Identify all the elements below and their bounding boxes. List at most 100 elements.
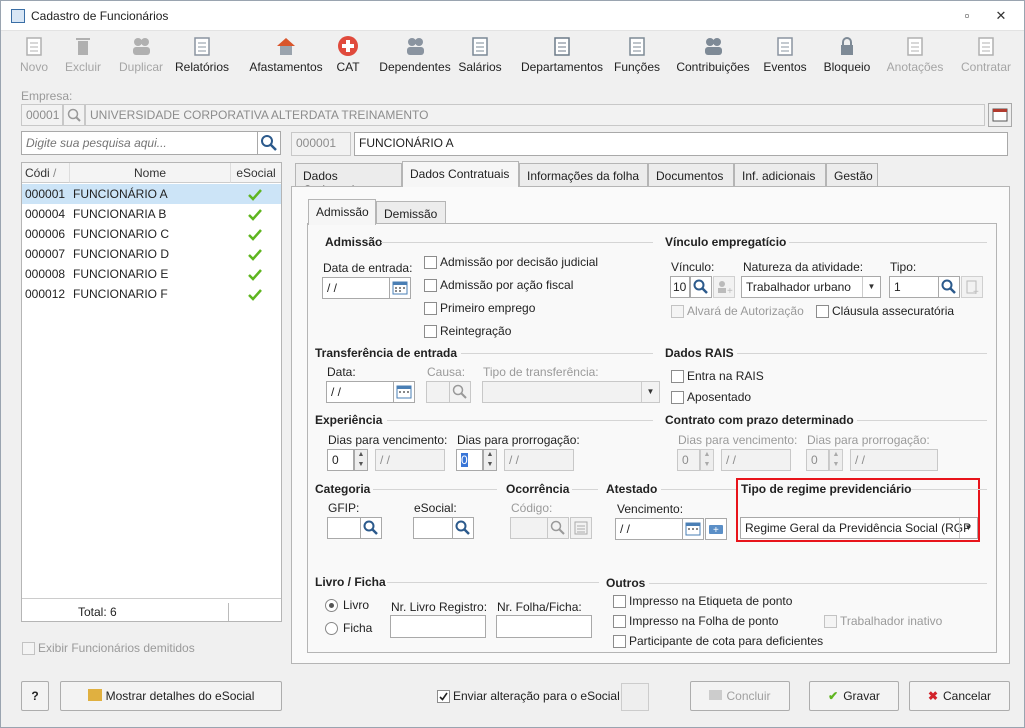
table-row[interactable]: 000007 FUNCIONARIO D xyxy=(22,244,281,264)
grid-header-name[interactable]: Nome xyxy=(70,163,231,183)
vinculo-label: Vínculo: xyxy=(671,260,715,274)
acao-fiscal-checkbox[interactable] xyxy=(424,279,437,292)
toolbar-relatórios-button[interactable]: Relatórios xyxy=(173,35,231,81)
toolbar-dependentes-button[interactable]: Dependentes xyxy=(373,35,457,81)
table-row[interactable]: 000008 FUNCIONARIO E xyxy=(22,264,281,284)
cota-checkbox[interactable] xyxy=(613,635,626,648)
toolbar-cat-button[interactable]: CAT xyxy=(333,35,363,81)
close-window-button[interactable]: ✕ xyxy=(987,6,1015,26)
toolbar-label: Novo xyxy=(19,60,48,74)
atestado-title: Atestado xyxy=(606,482,658,496)
toolbar-departamentos-button[interactable]: Departamentos xyxy=(514,35,610,81)
tipo-input[interactable]: 1 xyxy=(889,276,939,298)
exp-prorrog-spinner[interactable]: ▲ ▼ xyxy=(483,449,497,471)
causa-search-icon xyxy=(449,381,471,403)
transferencia-calendar-icon[interactable] xyxy=(393,381,415,403)
toolbar-label: Duplicar xyxy=(118,60,163,74)
toolbar-label: Bloqueio xyxy=(823,60,871,74)
search-icon[interactable] xyxy=(257,131,281,155)
regime-select[interactable]: Regime Geral da Previdência Social (RGP ▼ xyxy=(740,517,978,539)
svg-text:+: + xyxy=(973,287,979,297)
gfip-input[interactable] xyxy=(327,517,361,539)
table-row[interactable]: 000012 FUNCIONARIO F xyxy=(22,284,281,304)
data-entrada-input[interactable]: / / xyxy=(322,277,390,299)
exp-venc-input[interactable]: 0 xyxy=(327,449,354,471)
atestado-calendar-icon[interactable] xyxy=(682,518,704,540)
primeiro-emprego-checkbox[interactable] xyxy=(424,302,437,315)
grid-header-code[interactable]: Códi / xyxy=(22,163,70,183)
subtab-demissão[interactable]: Demissão xyxy=(376,201,446,225)
clausula-checkbox[interactable] xyxy=(816,305,829,318)
gfip-search-icon[interactable] xyxy=(360,517,382,539)
enviar-esocial-checkbox[interactable] xyxy=(437,690,450,703)
row-code: 000001 xyxy=(25,187,66,201)
gfip-label: GFIP: xyxy=(328,501,360,515)
contrato-prorrog-input: 0 xyxy=(806,449,829,471)
table-row[interactable]: 000004 FUNCIONARIA B xyxy=(22,204,281,224)
table-row[interactable]: 000001 FUNCIONÁRIO A xyxy=(22,184,281,204)
toolbar-afastamentos-button[interactable]: Afastamentos xyxy=(245,35,327,81)
empresa-window-icon[interactable] xyxy=(988,103,1012,127)
chevron-down-icon: ▼ xyxy=(862,277,880,297)
restore-button[interactable]: ▫ xyxy=(953,6,981,26)
vinculo-title: Vínculo empregatício xyxy=(665,235,787,249)
aposentado-checkbox[interactable] xyxy=(671,391,684,404)
toolbar-salários-button[interactable]: Salários xyxy=(457,35,503,81)
tipo-search-icon[interactable] xyxy=(938,276,960,298)
tab-dados-contratuais[interactable]: Dados Contratuais xyxy=(402,161,519,187)
tipo-transferencia-label: Tipo de transferência: xyxy=(483,365,599,379)
toolbar-funções-button[interactable]: Funções xyxy=(611,35,663,81)
etiqueta-checkbox[interactable] xyxy=(613,595,626,608)
calendar-icon[interactable] xyxy=(389,277,411,299)
table-row[interactable]: 000006 FUNCIONARIO C xyxy=(22,224,281,244)
transferencia-data-input[interactable]: / / xyxy=(326,381,394,403)
categoria-esocial-search-icon[interactable] xyxy=(452,517,474,539)
toolbar-contratar-button: Contratar xyxy=(957,35,1015,81)
vinculo-input[interactable]: 10 xyxy=(670,276,690,298)
tab-gestão[interactable]: Gestão xyxy=(826,163,878,187)
contrato-venc-input: 0 xyxy=(677,449,700,471)
tab-documentos[interactable]: Documentos xyxy=(648,163,734,187)
svg-text:+: + xyxy=(727,286,733,297)
nr-folha-input[interactable] xyxy=(496,615,592,638)
row-code: 000004 xyxy=(25,207,66,221)
tipo-label: Tipo: xyxy=(890,260,917,274)
grid-header-esocial[interactable]: eSocial xyxy=(231,163,281,183)
categoria-esocial-input[interactable] xyxy=(413,517,453,539)
contrato-prorrog-date: / / xyxy=(850,449,938,471)
natureza-select[interactable]: Trabalhador urbano ▼ xyxy=(741,276,881,298)
decisao-judicial-checkbox[interactable] xyxy=(424,256,437,269)
esocial-details-button[interactable]: Mostrar detalhes do eSocial xyxy=(60,681,282,711)
primeiro-emprego-label: Primeiro emprego xyxy=(440,301,536,315)
vinculo-search-icon[interactable] xyxy=(690,276,712,298)
livro-radio[interactable] xyxy=(325,599,338,612)
atestado-add-icon[interactable]: + xyxy=(705,518,727,540)
folha-ponto-checkbox[interactable] xyxy=(613,615,626,628)
tab-inf-adicionais[interactable]: Inf. adicionais xyxy=(734,163,826,187)
house-icon xyxy=(275,35,297,57)
gravar-button[interactable]: ✔ Gravar xyxy=(809,681,899,711)
nr-livro-input[interactable] xyxy=(390,615,486,638)
cancelar-button[interactable]: ✖ Cancelar xyxy=(909,681,1010,711)
toolbar-eventos-button[interactable]: Eventos xyxy=(760,35,810,81)
reintegracao-checkbox[interactable] xyxy=(424,325,437,338)
atestado-venc-input[interactable]: / / xyxy=(615,518,683,540)
entra-rais-checkbox[interactable] xyxy=(671,370,684,383)
tab-dados-cadastrais[interactable]: Dados Cadastrais xyxy=(295,163,402,197)
exp-prorrog-input[interactable]: 0 xyxy=(456,449,483,471)
tab-informações-da-folha[interactable]: Informações da folha xyxy=(519,163,648,187)
toolbar-label: Salários xyxy=(458,60,502,74)
empresa-name: UNIVERSIDADE CORPORATIVA ALTERDATA TREIN… xyxy=(85,104,985,126)
employee-name[interactable]: FUNCIONÁRIO A xyxy=(354,132,1008,156)
show-dismissed-checkbox[interactable] xyxy=(22,642,35,655)
exp-venc-date: / / xyxy=(375,449,445,471)
categoria-title: Categoria xyxy=(315,482,371,496)
subtab-admissão[interactable]: Admissão xyxy=(308,199,376,225)
search-input[interactable] xyxy=(21,131,258,155)
toolbar-contribuições-button[interactable]: Contribuições xyxy=(672,35,754,81)
toolbar-bloqueio-button[interactable]: Bloqueio xyxy=(818,35,876,81)
exp-venc-spinner[interactable]: ▲ ▼ xyxy=(354,449,368,471)
help-button[interactable]: ? xyxy=(21,681,49,711)
list-icon xyxy=(774,35,796,57)
ficha-radio[interactable] xyxy=(325,622,338,635)
